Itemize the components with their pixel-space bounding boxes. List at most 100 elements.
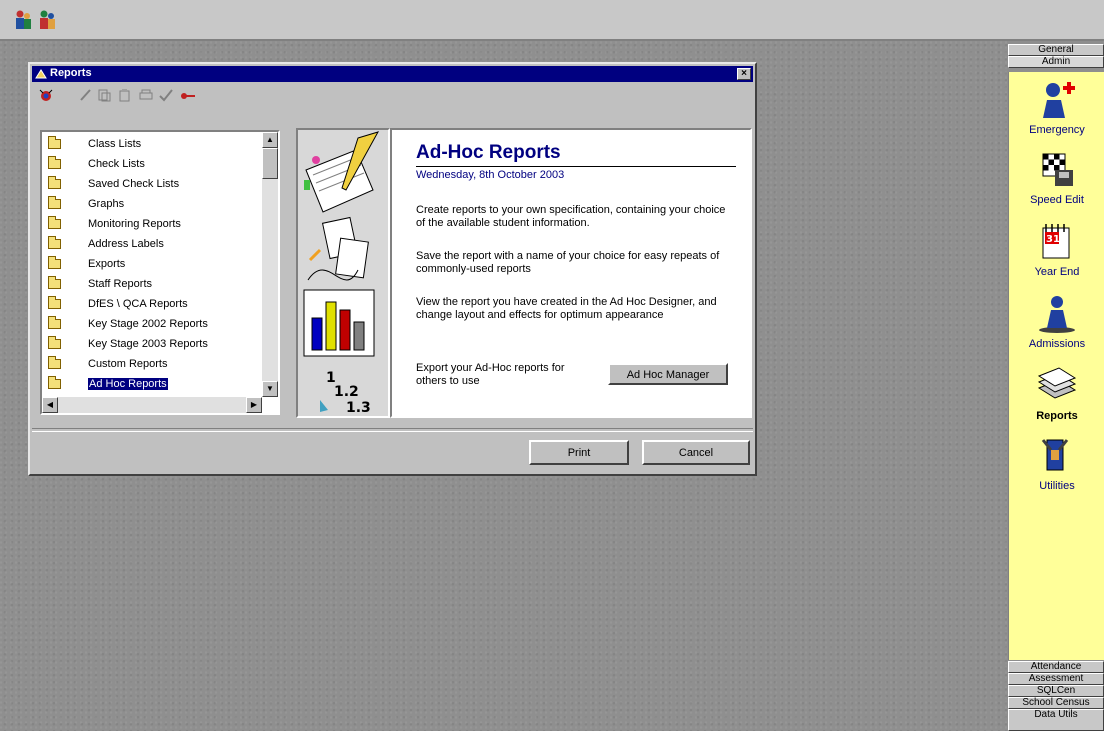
list-item-label: Key Stage 2002 Reports <box>88 318 208 330</box>
title-divider <box>416 166 736 167</box>
folder-icon <box>48 156 61 169</box>
report-category-list[interactable]: Class Lists Check Lists Saved Check Lists G… <box>40 130 280 415</box>
edit-icon[interactable] <box>78 87 94 103</box>
list-item[interactable]: Graphs <box>48 196 258 214</box>
folder-icon <box>48 216 61 229</box>
window-toolbar <box>34 84 751 106</box>
tab-school-census[interactable]: School Census <box>1008 697 1104 709</box>
list-item-label: Check Lists <box>88 158 145 170</box>
list-item[interactable]: Check Lists <box>48 156 258 174</box>
tab-general[interactable]: General <box>1008 44 1104 56</box>
users-icon[interactable] <box>13 9 33 31</box>
tab-sqlcen[interactable]: SQLCen <box>1008 685 1104 697</box>
info-paragraph-create: Create reports to your own specification… <box>416 204 726 229</box>
list-item-label: Class Lists <box>88 138 142 150</box>
list-item[interactable]: Ad Hoc Reports <box>48 376 258 394</box>
list-item[interactable]: Saved Check Lists <box>48 176 258 194</box>
svg-text:1.3: 1.3 <box>346 400 371 416</box>
report-info-panel: Ad-Hoc Reports Wednesday, 8th October 20… <box>390 128 752 418</box>
scroll-left-button[interactable]: ◀ <box>42 397 58 413</box>
svg-text:1.2: 1.2 <box>334 384 359 400</box>
scroll-right-button[interactable]: ▶ <box>246 397 262 413</box>
list-item-label: Saved Check Lists <box>88 178 180 190</box>
bar-chart-icon <box>303 289 375 357</box>
staff-icon[interactable] <box>37 9 57 31</box>
cancel-button[interactable]: Cancel <box>642 440 750 465</box>
calendar-icon: 31 <box>1042 224 1070 259</box>
window-titlebar[interactable]: Reports × <box>32 66 753 82</box>
list-item-label: Custom Reports <box>88 358 168 370</box>
reports-window: Reports × Class Lists Check Lists Saved Ch… <box>28 62 757 476</box>
nav-label-speed-edit: Speed Edit <box>1030 194 1084 206</box>
info-title: Ad-Hoc Reports <box>416 142 561 163</box>
window-title: Reports <box>50 67 92 79</box>
folder-icon <box>48 256 61 269</box>
nav-label-utilities: Utilities <box>1039 480 1075 492</box>
print-preview-icon[interactable] <box>138 87 154 103</box>
reports-icon <box>1037 367 1077 399</box>
list-item[interactable]: Address Labels <box>48 236 258 254</box>
app-toolbar <box>0 0 1104 41</box>
bug-icon[interactable] <box>38 87 54 103</box>
nav-item-admissions[interactable]: Admissions <box>1009 294 1104 364</box>
list-item[interactable]: Monitoring Reports <box>48 216 258 234</box>
tab-admin[interactable]: Admin <box>1008 56 1104 68</box>
folder-icon <box>48 236 61 249</box>
admin-nav-panel: Emergency Speed Edit 31 Year End Admissi… <box>1008 72 1104 660</box>
speed-edit-icon <box>1042 153 1073 186</box>
close-button[interactable]: × <box>737 68 751 80</box>
list-horizontal-scrollbar[interactable]: ◀ ▶ <box>42 397 262 413</box>
scroll-down-button[interactable]: ▼ <box>262 381 278 397</box>
folder-icon <box>48 196 61 209</box>
nav-label-reports: Reports <box>1036 410 1078 422</box>
folder-icon <box>48 296 61 309</box>
nav-label-emergency: Emergency <box>1029 124 1085 136</box>
nav-label-admissions: Admissions <box>1028 338 1086 350</box>
decorative-art-panel: 1 1.2 1.3 <box>296 128 390 418</box>
list-item[interactable]: Exports <box>48 256 258 274</box>
folder-icon <box>48 136 61 149</box>
ad-hoc-manager-button[interactable]: Ad Hoc Manager <box>608 363 728 385</box>
info-paragraph-export: Export your Ad-Hoc reports for others to… <box>416 362 565 387</box>
reports-illustration: 11.21.3 <box>303 131 380 416</box>
list-item[interactable]: DfES \ QCA Reports <box>48 296 258 314</box>
folder-icon <box>48 356 61 369</box>
print-button-label: Print <box>567 447 591 459</box>
list-item-label: Staff Reports <box>88 278 152 290</box>
list-item-label: Monitoring Reports <box>88 218 181 230</box>
check-icon[interactable] <box>158 87 174 103</box>
key-icon[interactable] <box>180 87 196 103</box>
list-item-label: DfES \ QCA Reports <box>88 298 188 310</box>
list-item-label: Graphs <box>88 198 125 210</box>
nav-item-utilities[interactable]: Utilities <box>1009 436 1104 506</box>
nav-item-speed-edit[interactable]: Speed Edit <box>1009 150 1104 220</box>
tab-data-utils[interactable]: Data Utils <box>1008 709 1104 731</box>
cancel-button-label: Cancel <box>678 447 714 459</box>
list-item[interactable]: Key Stage 2002 Reports <box>48 316 258 334</box>
paste-icon[interactable] <box>116 87 132 103</box>
utilities-icon <box>1041 439 1069 471</box>
copy-icon[interactable] <box>96 87 112 103</box>
nav-item-reports[interactable]: Reports <box>1009 366 1104 436</box>
list-item[interactable]: Key Stage 2003 Reports <box>48 336 258 354</box>
list-item[interactable]: Class Lists <box>48 136 258 154</box>
print-button[interactable]: Print <box>529 440 629 465</box>
list-item[interactable]: Custom Reports <box>48 356 258 374</box>
ad-hoc-manager-label: Ad Hoc Manager <box>626 369 710 381</box>
scroll-up-button[interactable]: ▲ <box>262 132 278 148</box>
list-item[interactable]: Staff Reports <box>48 276 258 294</box>
list-vertical-scrollbar[interactable]: ▲ ▼ <box>262 132 278 397</box>
tab-assessment[interactable]: Assessment <box>1008 673 1104 685</box>
nav-item-year-end[interactable]: 31 Year End <box>1009 222 1104 292</box>
tab-attendance[interactable]: Attendance <box>1008 661 1104 673</box>
nav-item-emergency[interactable]: Emergency <box>1009 80 1104 150</box>
admissions-icon <box>1039 296 1075 333</box>
reports-window-icon <box>35 69 47 79</box>
scroll-thumb[interactable] <box>262 148 278 179</box>
folder-icon <box>48 276 61 289</box>
notepad-pencil-icon <box>304 131 380 213</box>
numbers-icon: 11.21.3 <box>320 370 371 416</box>
documents-icon <box>307 216 369 281</box>
footer-separator <box>32 428 753 432</box>
info-paragraph-save: Save the report with a name of your choi… <box>416 250 720 275</box>
